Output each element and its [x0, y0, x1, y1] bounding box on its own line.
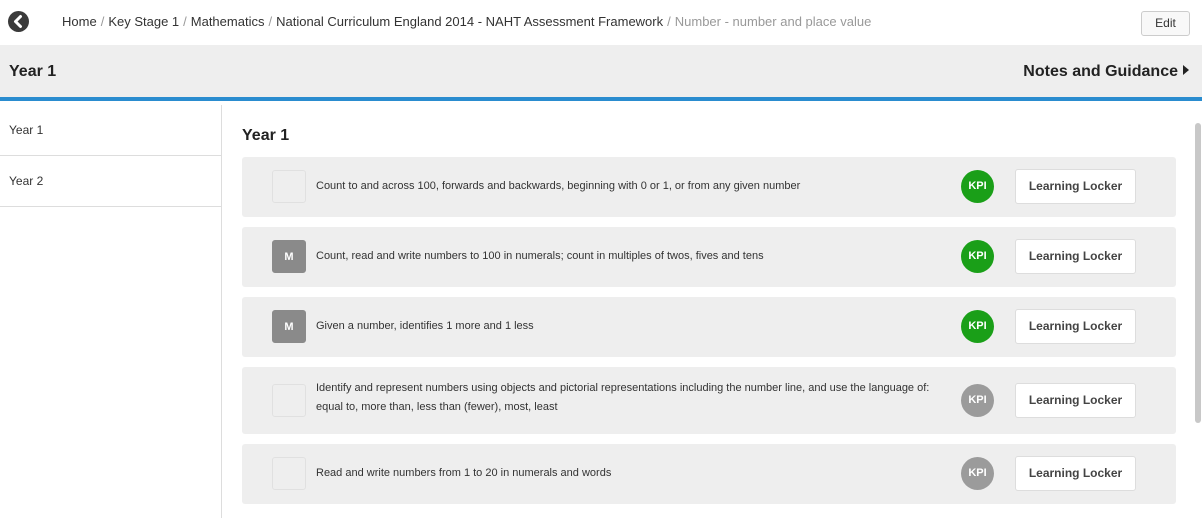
objective-checkbox[interactable]: M: [272, 240, 306, 273]
page-title: Year 1: [9, 63, 57, 80]
learning-locker-button[interactable]: Learning Locker: [1015, 169, 1136, 204]
breadcrumb-framework[interactable]: National Curriculum England 2014 - NAHT …: [276, 14, 663, 29]
breadcrumb-subject[interactable]: Mathematics: [191, 14, 265, 29]
objective-row: Count to and across 100, forwards and ba…: [242, 157, 1176, 217]
breadcrumb-separator: /: [268, 14, 273, 29]
caret-right-icon: [1183, 65, 1189, 75]
sidebar: Year 1 Year 2: [0, 105, 222, 518]
main-content: Year 1 Count to and across 100, forwards…: [222, 105, 1202, 518]
objective-checkbox[interactable]: [272, 457, 306, 490]
scrollbar-thumb[interactable]: [1195, 123, 1201, 423]
objective-text: Given a number, identifies 1 more and 1 …: [316, 320, 534, 332]
breadcrumb: Home / Key Stage 1/Mathematics / National Cu…: [62, 14, 871, 29]
learning-locker-button[interactable]: Learning Locker: [1015, 383, 1136, 418]
learning-locker-button[interactable]: Learning Locker: [1015, 309, 1136, 344]
top-bar: Home / Key Stage 1/Mathematics / National Cu…: [0, 0, 1202, 45]
objective-text: Identify and represent numbers using obj…: [316, 382, 930, 413]
objective-text: Read and write numbers from 1 to 20 in n…: [316, 467, 612, 479]
breadcrumb-separator: /: [100, 14, 105, 29]
breadcrumb-separator: /: [667, 14, 671, 29]
kpi-badge[interactable]: KPI: [961, 457, 994, 490]
objective-checkbox[interactable]: M: [272, 310, 306, 343]
scrollbar[interactable]: [1193, 105, 1202, 518]
objective-row: Identify and represent numbers using obj…: [242, 367, 1176, 434]
objective-list: Count to and across 100, forwards and ba…: [242, 157, 1176, 514]
page-header: Year 1 Notes and Guidance: [0, 45, 1202, 101]
breadcrumb-home[interactable]: Home: [62, 14, 97, 29]
learning-locker-button[interactable]: Learning Locker: [1015, 456, 1136, 491]
edit-button[interactable]: Edit: [1141, 11, 1190, 36]
breadcrumb-key-stage[interactable]: Key Stage 1: [108, 14, 179, 29]
back-icon[interactable]: [8, 11, 29, 32]
objective-row: Read and write numbers from 1 to 20 in n…: [242, 444, 1176, 504]
sidebar-item-year-1[interactable]: Year 1: [0, 105, 221, 156]
objective-checkbox[interactable]: [272, 384, 306, 417]
notes-and-guidance-label: Notes and Guidance: [1023, 63, 1178, 80]
kpi-badge[interactable]: KPI: [961, 310, 994, 343]
objective-row: M Count, read and write numbers to 100 i…: [242, 227, 1176, 287]
section-title: Year 1: [242, 127, 290, 144]
kpi-badge[interactable]: KPI: [961, 384, 994, 417]
sidebar-item-year-2[interactable]: Year 2: [0, 156, 221, 207]
kpi-badge[interactable]: KPI: [961, 170, 994, 203]
objective-checkbox[interactable]: [272, 170, 306, 203]
breadcrumb-current: Number - number and place value: [674, 14, 872, 29]
learning-locker-button[interactable]: Learning Locker: [1015, 239, 1136, 274]
objective-row: M Given a number, identifies 1 more and …: [242, 297, 1176, 357]
objective-text: Count to and across 100, forwards and ba…: [316, 180, 801, 192]
notes-and-guidance-link[interactable]: Notes and Guidance: [1023, 63, 1189, 81]
breadcrumb-separator: /: [183, 14, 187, 29]
kpi-badge[interactable]: KPI: [961, 240, 994, 273]
objective-text: Count, read and write numbers to 100 in …: [316, 250, 764, 262]
